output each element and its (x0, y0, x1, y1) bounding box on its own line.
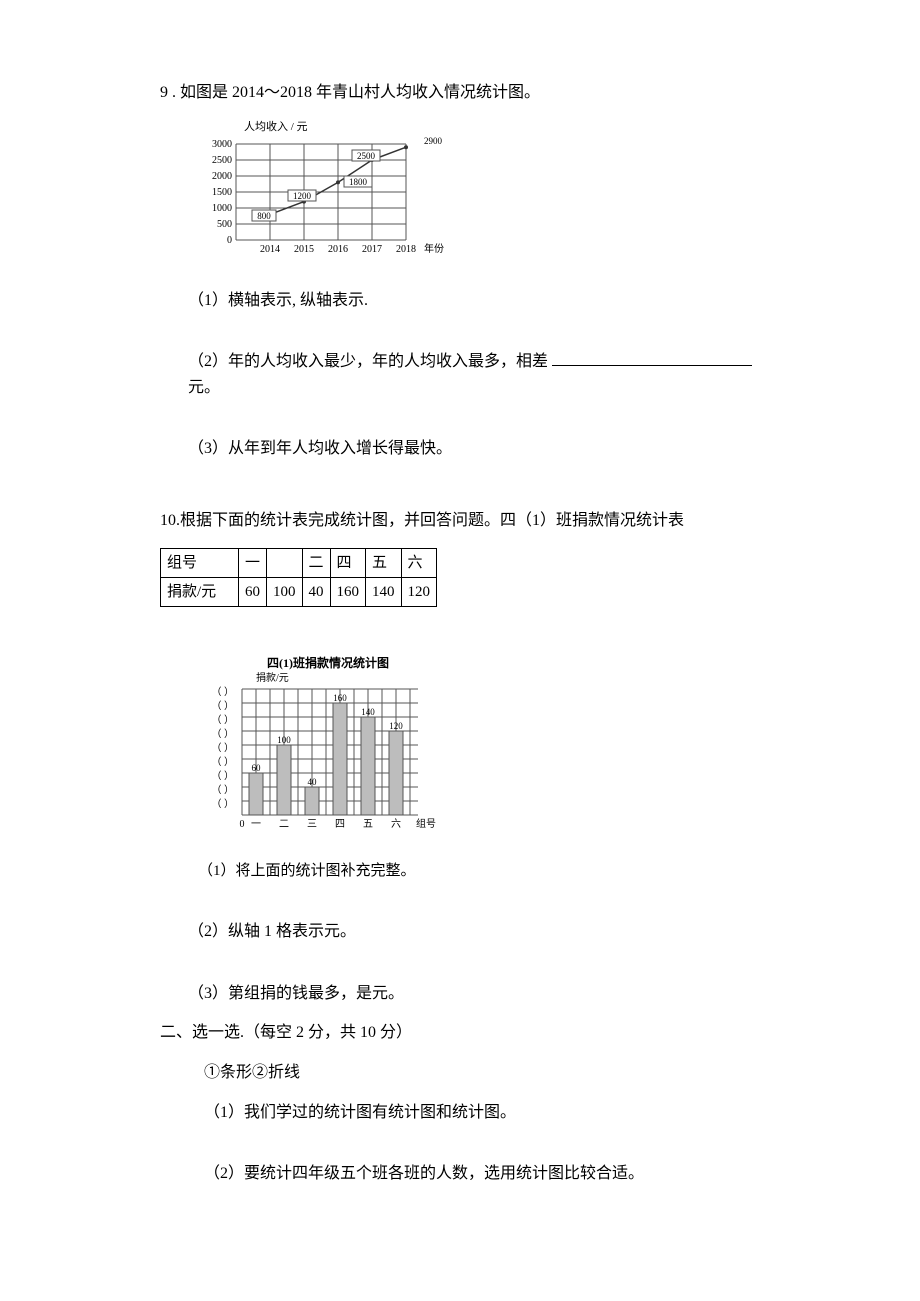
svg-text:140: 140 (361, 707, 375, 717)
q9-sub2: （2）年的人均收入最少，年的人均收入最多，相差 元。 (160, 349, 760, 400)
q10-table: 组号 一 二 四 五 六 捐款/元 60 100 40 160 140 120 (160, 548, 437, 607)
svg-text:2018: 2018 (396, 244, 416, 255)
svg-text:100: 100 (277, 735, 291, 745)
q9-line-chart: 人均收入 / 元 0 500 1000 1500 2000 2500 (196, 120, 456, 260)
svg-text:2015: 2015 (294, 244, 314, 255)
q10-sub3: （3）第组捐的钱最多，是元。 (160, 981, 760, 1007)
q9-sub3: （3）从年到年人均收入增长得最快。 (160, 436, 760, 462)
svg-text:（ ）: （ ） (212, 742, 235, 754)
chart2-title: 四(1)班捐款情况统计图 (267, 655, 389, 670)
svg-text:1200: 1200 (293, 191, 312, 201)
q10-bar-chart: 四(1)班捐款情况统计图 捐款/元 （ ） （ ） （ ） （ ） （ ） （ … (208, 655, 760, 854)
section2-sub2: （2）要统计四年级五个班各班的人数，选用统计图比较合适。 (160, 1161, 760, 1187)
svg-text:五: 五 (363, 819, 373, 830)
svg-text:（ ）: （ ） (212, 756, 235, 768)
svg-text:（ ）: （ ） (212, 798, 235, 810)
svg-text:2000: 2000 (212, 171, 232, 182)
q9-sub2-pre: （2）年的人均收入最少，年的人均收入最多，相差 (188, 353, 548, 370)
svg-text:2017: 2017 (362, 244, 382, 255)
svg-text:（ ）: （ ） (212, 784, 235, 796)
svg-text:（ ）: （ ） (212, 714, 235, 726)
svg-text:2014: 2014 (260, 244, 280, 255)
q10-sub2: （2）纵轴 1 格表示元。 (160, 919, 760, 945)
q10-sub1: （1）将上面的统计图补充完整。 (198, 859, 760, 883)
chart2-ytitle: 捐款/元 (256, 671, 289, 684)
svg-text:组号: 组号 (416, 817, 436, 830)
svg-text:六: 六 (391, 818, 401, 830)
svg-text:二: 二 (279, 819, 289, 830)
table-row: 组号 一 二 四 五 六 (161, 548, 437, 577)
svg-text:160: 160 (333, 693, 347, 703)
q9-sub2-post: 元。 (188, 379, 220, 396)
q9-sub1: （1）横轴表示, 纵轴表示. (160, 288, 760, 314)
svg-text:3000: 3000 (212, 139, 232, 150)
svg-text:一: 一 (251, 819, 261, 830)
svg-text:2900: 2900 (424, 136, 443, 146)
chart1-ytitle: 人均收入 / 元 (244, 120, 308, 133)
svg-text:年份: 年份 (424, 242, 444, 255)
svg-text:40: 40 (308, 777, 318, 787)
svg-text:0: 0 (227, 235, 232, 246)
svg-text:120: 120 (389, 721, 403, 731)
svg-text:2500: 2500 (212, 155, 232, 166)
section2-head: 二、选一选.（每空 2 分，共 10 分） (160, 1020, 760, 1046)
svg-text:0: 0 (240, 819, 245, 830)
blank-underline[interactable] (552, 352, 752, 366)
section2-options: ①条形②折线 (160, 1060, 760, 1086)
svg-text:（ ）: （ ） (212, 770, 235, 782)
svg-text:500: 500 (217, 219, 232, 230)
svg-text:800: 800 (257, 211, 271, 221)
svg-text:1800: 1800 (349, 177, 368, 187)
svg-text:（ ）: （ ） (212, 700, 235, 712)
q9-title: 9 . 如图是 2014～2018 年青山村人均收入情况统计图。 (160, 80, 760, 106)
svg-text:2500: 2500 (357, 151, 376, 161)
section2-sub1: （1）我们学过的统计图有统计图和统计图。 (160, 1100, 760, 1126)
svg-text:1500: 1500 (212, 187, 232, 198)
svg-text:（ ）: （ ） (212, 686, 235, 698)
svg-text:（ ）: （ ） (212, 728, 235, 740)
table-row: 捐款/元 60 100 40 160 140 120 (161, 577, 437, 606)
q10-title: 10.根据下面的统计表完成统计图，并回答问题。四（1）班捐款情况统计表 (160, 508, 760, 534)
svg-text:1000: 1000 (212, 203, 232, 214)
svg-text:四: 四 (335, 819, 345, 830)
svg-text:2016: 2016 (328, 244, 348, 255)
svg-text:60: 60 (252, 763, 262, 773)
svg-text:三: 三 (307, 819, 317, 830)
